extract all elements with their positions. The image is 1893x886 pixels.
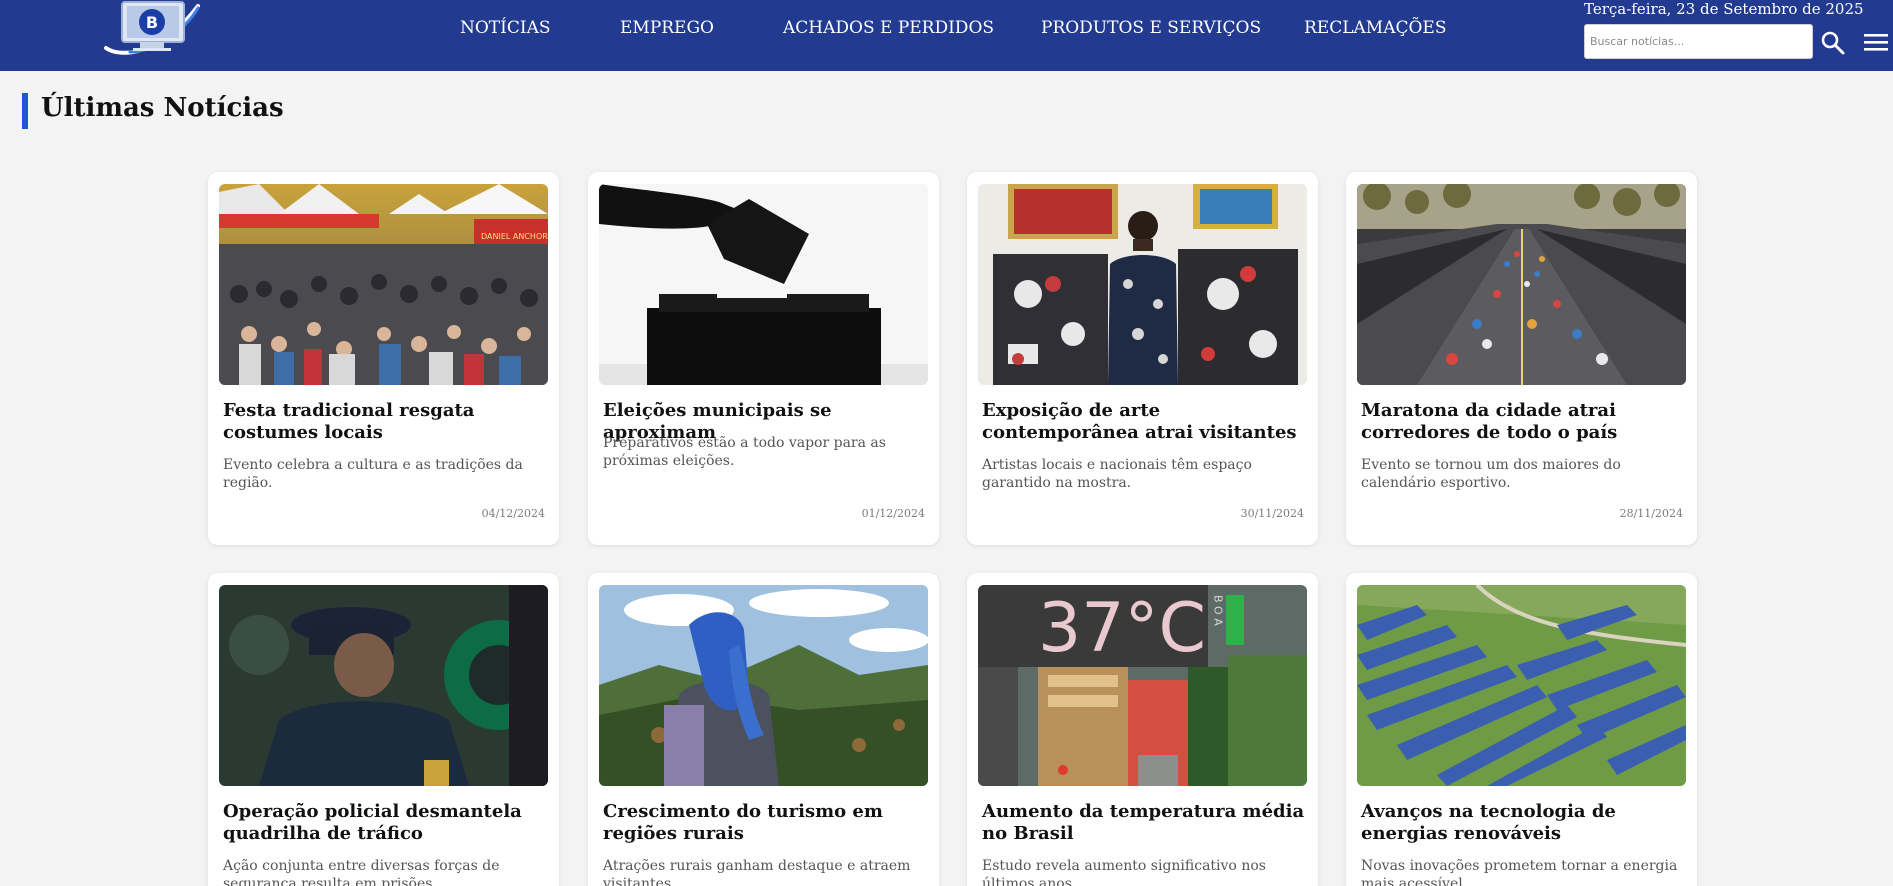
- news-card-description: Evento celebra a cultura e as tradições …: [223, 457, 523, 491]
- news-card-title[interactable]: Aumento da temperatura média no Brasil: [982, 801, 1307, 845]
- news-card-image[interactable]: [1357, 585, 1686, 786]
- news-card-title[interactable]: Maratona da cidade atrai corredores de t…: [1361, 400, 1686, 444]
- news-card-title[interactable]: Avanços na tecnologia de energias renová…: [1361, 801, 1686, 845]
- news-card-description: Novas inovações prometem tornar a energi…: [1361, 858, 1678, 886]
- search-icon[interactable]: [1820, 30, 1846, 56]
- news-card-description: Preparativos estão a todo vapor para as …: [603, 435, 886, 469]
- news-card[interactable]: Maratona da cidade atrai corredores de t…: [1346, 172, 1697, 545]
- news-card-image[interactable]: 37°C B O A: [978, 585, 1307, 786]
- section-title: Últimas Notícias: [41, 93, 284, 123]
- news-card[interactable]: Operação policial desmantela quadrilha d…: [208, 573, 559, 886]
- news-card-date: 28/11/2024: [1619, 507, 1683, 520]
- nav-achados-e-perdidos[interactable]: ACHADOS E PERDIDOS: [783, 18, 994, 38]
- news-card[interactable]: Avanços na tecnologia de energias renová…: [1346, 573, 1697, 886]
- site-logo[interactable]: B: [100, 0, 204, 60]
- news-card[interactable]: Crescimento do turismo em regiões rurais…: [588, 573, 939, 886]
- news-card-image[interactable]: [978, 184, 1307, 385]
- news-card-image[interactable]: [1357, 184, 1686, 385]
- news-card-image[interactable]: [219, 585, 548, 786]
- nav-emprego[interactable]: EMPREGO: [620, 18, 714, 38]
- news-card[interactable]: DANIEL ANCHOR LANCHE Festa tradicional r…: [208, 172, 559, 545]
- logo-letter: B: [146, 13, 158, 32]
- news-card[interactable]: Eleições municipais se aproximam Prepara…: [588, 172, 939, 545]
- section-title-accent: [22, 93, 28, 129]
- news-card-title[interactable]: Exposição de arte contemporânea atrai vi…: [982, 400, 1307, 444]
- news-card-description: Artistas locais e nacionais têm espaço g…: [982, 457, 1252, 491]
- news-card-image[interactable]: [599, 585, 928, 786]
- news-card-title[interactable]: Operação policial desmantela quadrilha d…: [223, 801, 548, 845]
- news-card-title[interactable]: Festa tradicional resgata costumes locai…: [223, 400, 548, 444]
- current-date: Terça-feira, 23 de Setembro de 2025: [1584, 0, 1864, 18]
- nav-reclamacoes[interactable]: RECLAMAÇÕES: [1304, 18, 1446, 38]
- news-card-image[interactable]: [599, 184, 928, 385]
- news-card-date: 01/12/2024: [861, 507, 925, 520]
- news-card-date: 04/12/2024: [481, 507, 545, 520]
- banner-text: DANIEL ANCHOR LANCHE: [481, 232, 548, 241]
- thermometer-side-letters: B O A: [1212, 595, 1225, 626]
- news-card[interactable]: Exposição de arte contemporânea atrai vi…: [967, 172, 1318, 545]
- news-card-description: Ação conjunta entre diversas forças de s…: [223, 858, 500, 886]
- news-card-date: 30/11/2024: [1240, 507, 1304, 520]
- news-card-description: Estudo revela aumento significativo nos …: [982, 858, 1266, 886]
- top-navbar: B NOTÍCIAS EMPREGO ACHADOS E PERDIDOS PR…: [0, 0, 1893, 71]
- nav-produtos-e-servicos[interactable]: PRODUTOS E SERVIÇOS: [1041, 18, 1261, 38]
- search-input[interactable]: [1584, 24, 1813, 59]
- nav-noticias[interactable]: NOTÍCIAS: [460, 18, 551, 38]
- news-card-description: Atrações rurais ganham destaque e atraem…: [603, 858, 911, 886]
- news-card-title[interactable]: Crescimento do turismo em regiões rurais: [603, 801, 928, 845]
- thermometer-reading: 37°C: [1038, 589, 1206, 668]
- news-card-image[interactable]: DANIEL ANCHOR LANCHE: [219, 184, 548, 385]
- news-card[interactable]: 37°C B O A Aumento da temperatura média …: [967, 573, 1318, 886]
- news-card-description: Evento se tornou um dos maiores do calen…: [1361, 457, 1621, 491]
- hamburger-menu-icon[interactable]: [1864, 32, 1888, 54]
